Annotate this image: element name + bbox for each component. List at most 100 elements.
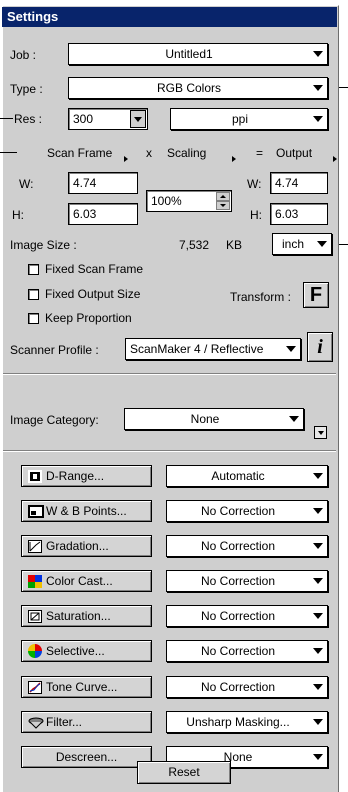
adjustment-button-label: Gradation... bbox=[46, 539, 109, 553]
adjustment-dropdown[interactable]: No Correction bbox=[166, 500, 328, 522]
image-category-dropdown[interactable]: None bbox=[124, 408, 304, 430]
adjustment-button[interactable]: Descreen... bbox=[21, 746, 152, 768]
adjustment-dropdown[interactable]: No Correction bbox=[166, 535, 328, 557]
callout-line-scanframe bbox=[0, 152, 17, 153]
scaling-menu-icon[interactable] bbox=[232, 156, 236, 162]
res-combo[interactable]: 300 bbox=[68, 108, 148, 130]
saturation-icon bbox=[28, 609, 42, 623]
transform-button[interactable]: F bbox=[303, 282, 329, 308]
adjustment-value: No Correction bbox=[200, 609, 276, 623]
out-h-label: H: bbox=[250, 208, 262, 222]
type-value: RGB Colors bbox=[156, 81, 221, 95]
adjustment-dropdown[interactable]: No Correction bbox=[166, 640, 328, 662]
arrow-down-icon bbox=[220, 204, 226, 207]
tone-curve-icon bbox=[28, 680, 42, 694]
selective-icon bbox=[28, 644, 42, 658]
callout-line-units bbox=[339, 244, 348, 245]
adjustment-button-label: Descreen... bbox=[55, 750, 118, 764]
adjustment-button-label: Selective... bbox=[46, 644, 105, 658]
units-dropdown[interactable]: inch bbox=[272, 233, 332, 255]
chevron-down-icon bbox=[313, 116, 323, 122]
image-category-expand-button[interactable] bbox=[314, 426, 327, 439]
adjustment-dropdown[interactable]: No Correction bbox=[166, 570, 328, 592]
type-dropdown[interactable]: RGB Colors bbox=[68, 77, 328, 99]
image-category-label: Image Category: bbox=[10, 413, 99, 427]
transform-icon: F bbox=[309, 284, 323, 306]
output-height-input[interactable]: 6.03 bbox=[270, 203, 328, 225]
chevron-down-icon bbox=[313, 578, 323, 584]
adjustment-value: Automatic bbox=[211, 469, 265, 483]
output-header: Output bbox=[276, 146, 313, 160]
adjustment-dropdown[interactable]: Automatic bbox=[166, 465, 328, 487]
info-button[interactable]: i bbox=[307, 332, 333, 362]
scaling-value: 100% bbox=[151, 194, 182, 208]
scaling-spinner[interactable]: 100% bbox=[146, 190, 232, 212]
adjustment-button[interactable]: Selective... bbox=[21, 640, 152, 662]
adjustment-button-label: Saturation... bbox=[46, 609, 111, 623]
chevron-down-icon bbox=[317, 241, 327, 247]
scan-width-input[interactable]: 4.74 bbox=[68, 172, 138, 194]
adjustment-dropdown[interactable]: No Correction bbox=[166, 676, 328, 698]
scan-frame-header: Scan Frame bbox=[47, 146, 113, 160]
res-value: 300 bbox=[73, 112, 94, 126]
chevron-down-icon bbox=[286, 346, 296, 352]
adjustment-button[interactable]: D-Range... bbox=[21, 465, 152, 487]
res-unit-dropdown[interactable]: ppi bbox=[170, 108, 328, 130]
adjustment-button[interactable]: Gradation... bbox=[21, 535, 152, 557]
fixed-scan-frame-checkbox[interactable] bbox=[28, 264, 39, 275]
scanner-profile-value: ScanMaker 4 / Reflective bbox=[130, 342, 264, 356]
scan-frame-menu-icon[interactable] bbox=[124, 156, 128, 162]
adjustment-value: No Correction bbox=[200, 680, 276, 694]
res-dropdown-button[interactable] bbox=[130, 110, 146, 128]
adjustment-dropdown[interactable]: No Correction bbox=[166, 605, 328, 627]
adjustment-button[interactable]: Color Cast... bbox=[21, 570, 152, 592]
adjustment-button[interactable]: Tone Curve... bbox=[21, 676, 152, 698]
output-menu-icon[interactable] bbox=[333, 156, 337, 162]
chevron-down-icon bbox=[313, 684, 323, 690]
fixed-output-size-label: Fixed Output Size bbox=[45, 287, 141, 301]
scaling-header: Scaling bbox=[167, 146, 207, 160]
fixed-output-size-checkbox[interactable] bbox=[28, 289, 39, 300]
adjustment-value: No Correction bbox=[200, 539, 276, 553]
adjustment-button-label: Tone Curve... bbox=[46, 680, 118, 694]
res-label: Res : bbox=[14, 112, 43, 126]
chevron-down-icon bbox=[134, 117, 142, 122]
job-value: Untitled1 bbox=[165, 47, 213, 61]
chevron-down-icon bbox=[313, 508, 323, 514]
keep-proportion-checkbox[interactable] bbox=[28, 313, 39, 324]
scaling-up-button[interactable] bbox=[216, 192, 230, 201]
adjustment-button-label: Filter... bbox=[46, 715, 83, 729]
arrow-up-icon bbox=[220, 195, 226, 198]
equals-symbol: = bbox=[256, 146, 264, 160]
adjustment-button[interactable]: Saturation... bbox=[21, 605, 152, 627]
divider bbox=[3, 373, 336, 375]
res-unit-value: ppi bbox=[231, 112, 248, 126]
adjustment-button[interactable]: W & B Points... bbox=[21, 500, 152, 522]
chevron-down-icon bbox=[289, 416, 299, 422]
wb-points-icon bbox=[28, 504, 44, 518]
scan-height-input[interactable]: 6.03 bbox=[68, 203, 138, 225]
job-label: Job : bbox=[10, 48, 37, 62]
transform-label: Transform : bbox=[230, 290, 291, 304]
adjustment-dropdown[interactable]: Unsharp Masking... bbox=[166, 711, 328, 733]
adjustment-button[interactable]: Filter... bbox=[21, 711, 152, 733]
adjustment-value: No Correction bbox=[200, 574, 276, 588]
adjustment-value: No Correction bbox=[200, 504, 276, 518]
job-dropdown[interactable]: Untitled1 bbox=[68, 43, 328, 65]
d-range-icon bbox=[28, 469, 42, 483]
chevron-down-icon bbox=[313, 754, 323, 760]
scaling-down-button[interactable] bbox=[216, 201, 230, 210]
reset-button[interactable]: Reset bbox=[137, 761, 231, 784]
callout-line-res bbox=[0, 118, 13, 119]
scanner-profile-dropdown[interactable]: ScanMaker 4 / Reflective bbox=[125, 338, 301, 360]
image-size-value: 7,532 bbox=[179, 238, 210, 252]
divider bbox=[3, 450, 336, 452]
callout-line-type bbox=[339, 87, 348, 88]
chevron-down-icon bbox=[313, 51, 323, 57]
info-icon: i bbox=[317, 336, 323, 358]
output-width-input[interactable]: 4.74 bbox=[270, 172, 328, 194]
out-w-label: W: bbox=[247, 177, 262, 191]
adjustment-value: Unsharp Masking... bbox=[186, 715, 290, 729]
chevron-down-icon bbox=[317, 430, 324, 435]
window-title: Settings bbox=[2, 7, 337, 27]
